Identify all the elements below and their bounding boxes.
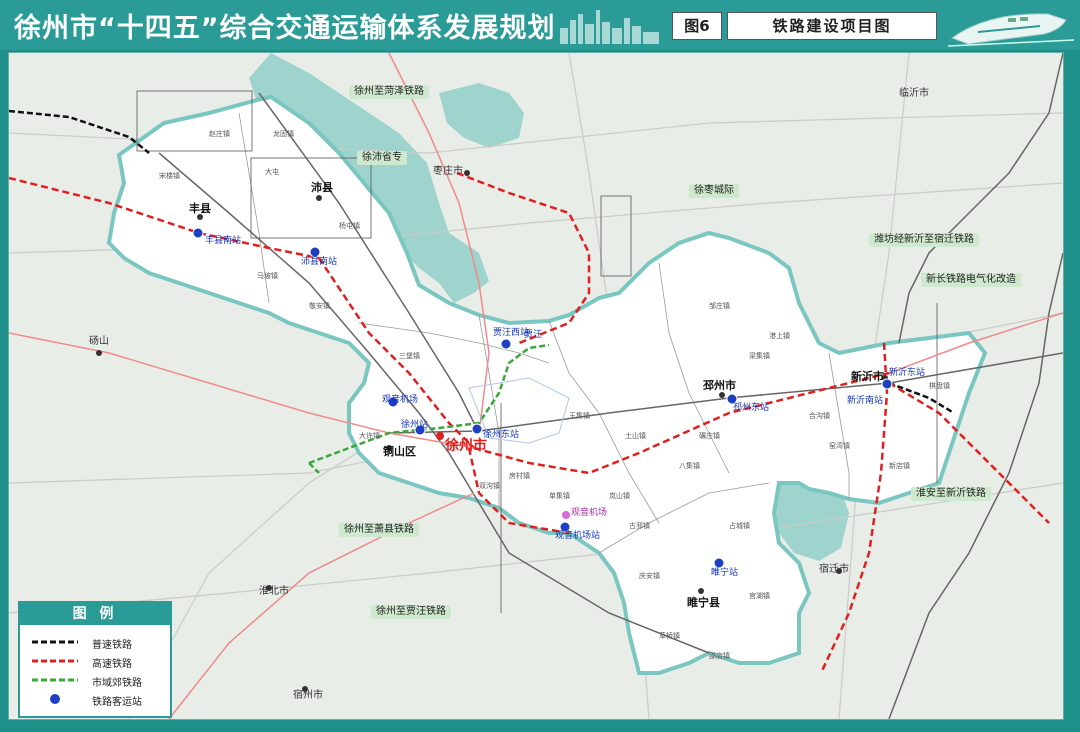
town-label: 敬安镇 xyxy=(309,302,330,310)
rail-label-xuzhou-jiawang: 徐州至贾汪铁路 xyxy=(371,605,451,619)
city-label-suining: 睢宁县 xyxy=(687,596,720,609)
page-title: 徐州市“十四五”综合交通运输体系发展规划 xyxy=(14,13,556,44)
town-label: 梁集镇 xyxy=(749,352,770,360)
rail-label-huaian-xinyi: 淮安至新沂铁路 xyxy=(911,487,991,501)
airport-icon xyxy=(562,511,570,519)
town-label: 大许镇 xyxy=(359,432,380,440)
legend-label: 铁路客运站 xyxy=(92,697,142,708)
town-label: 港上镇 xyxy=(769,332,790,340)
town-label: 龙固镇 xyxy=(273,130,294,138)
town-label: 新店镇 xyxy=(889,462,910,470)
station-label-airport-station: 观音机场站 xyxy=(555,531,601,541)
station-label-pizhou-east: 邳州东站 xyxy=(733,403,770,413)
rail-label-xu-zao: 徐枣城际 xyxy=(689,184,739,198)
legend-item-high-speed-rail: 高速铁路 xyxy=(30,654,170,670)
station-label-jiawang: 贾汪 xyxy=(524,330,543,340)
station-label-suining: 睢宁站 xyxy=(711,568,739,578)
city-label-xinyi: 新沂市 xyxy=(851,370,884,383)
town-label: 庆安镇 xyxy=(639,572,660,580)
green-dashed-line-icon xyxy=(32,678,78,682)
black-dashed-line-icon xyxy=(32,640,78,644)
legend-label: 高速铁路 xyxy=(92,659,132,670)
rail-label-xuzhou-xiaoxian: 徐州至萧县铁路 xyxy=(339,523,419,537)
town-label: 马坡镇 xyxy=(257,272,278,280)
town-label: 宋楼镇 xyxy=(159,172,180,180)
town-label: 岚山镇 xyxy=(609,492,630,500)
city-label-linyi: 临沂市 xyxy=(899,88,929,99)
town-label: 八集镇 xyxy=(679,462,700,470)
city-label-zaozhuang: 枣庄市 xyxy=(433,166,463,177)
town-label: 赵庄镇 xyxy=(209,130,230,138)
rail-label-xuzhou-heze: 徐州至菏泽铁路 xyxy=(349,85,429,99)
legend-item-conventional-rail: 普速铁路 xyxy=(30,635,170,651)
town-label: 杨屯镇 xyxy=(339,222,360,230)
town-label: 碾庄镇 xyxy=(699,432,720,440)
station-label-xinyi-east: 新沂东站 xyxy=(889,368,926,378)
town-label: 单集镇 xyxy=(549,492,570,500)
page: 徐州市“十四五”综合交通运输体系发展规划 图6 铁路建设项目图 徐州市 铜山区 … xyxy=(0,0,1080,732)
figure-number: 图6 xyxy=(672,12,722,40)
legend-title: 图 例 xyxy=(20,603,170,625)
town-label: 土山镇 xyxy=(625,432,646,440)
xuzhou-region xyxy=(106,94,988,675)
station-label-fengxian-south: 丰县南站 xyxy=(205,236,242,246)
town-label: 棋盘镇 xyxy=(929,382,950,390)
legend-label: 市域郊铁路 xyxy=(92,678,142,689)
figure-title: 铁路建设项目图 xyxy=(727,12,937,40)
red-dashed-line-icon xyxy=(32,659,78,663)
header-bar: 徐州市“十四五”综合交通运输体系发展规划 图6 铁路建设项目图 xyxy=(0,0,1080,50)
city-label-fengxian: 丰县 xyxy=(189,202,211,215)
town-label: 古邳镇 xyxy=(629,522,650,530)
train-icon xyxy=(948,13,1074,47)
legend-label: 普速铁路 xyxy=(92,640,132,651)
town-label: 双沟镇 xyxy=(479,482,500,490)
town-label: 合沟镇 xyxy=(809,412,830,420)
rail-label-weifang-xinyi: 潍坊经新沂至宿迁铁路 xyxy=(869,233,979,247)
town-label: 官湖镇 xyxy=(749,592,770,600)
town-label: 草桥镇 xyxy=(659,632,680,640)
city-label-suzhou: 宿州市 xyxy=(293,690,323,701)
station-label-xuzhou: 徐州站 xyxy=(401,420,429,430)
town-label: 邵店镇 xyxy=(709,652,730,660)
city-skyline-icon xyxy=(560,10,659,44)
city-label-xuzhou: 徐州市 xyxy=(445,438,487,454)
station-label-peixian-south: 沛县南站 xyxy=(301,257,338,267)
town-label: 大屯 xyxy=(265,168,279,176)
map-legend: 图 例 普速铁路 高速铁路 市域郊铁路 铁路客运站 xyxy=(18,601,172,718)
city-label-suqian: 宿迁市 xyxy=(819,564,849,575)
city-label-tongshan: 铜山区 xyxy=(383,445,416,458)
city-label-pizhou: 邳州市 xyxy=(703,379,736,392)
town-label: 房村镇 xyxy=(509,472,530,480)
town-label: 王集镇 xyxy=(569,412,590,420)
town-label: 占城镇 xyxy=(729,522,750,530)
station-label-airport: 观音机场 xyxy=(571,508,608,518)
city-label-huaibei: 淮北市 xyxy=(259,586,289,597)
station-label-xuzhou-east: 徐州东站 xyxy=(483,430,520,440)
station-label-xinyi-south: 新沂南站 xyxy=(847,396,884,406)
city-label-peixian: 沛县 xyxy=(311,181,333,194)
rail-label-xu-pei: 徐沛省专 xyxy=(357,151,407,165)
city-label-dangshan: 砀山 xyxy=(89,336,109,347)
legend-item-suburban-rail: 市域郊铁路 xyxy=(30,673,170,689)
station-label-guanyin: 观音机场 xyxy=(382,395,419,405)
town-label: 窑湾镇 xyxy=(829,442,850,450)
rail-label-xinchang: 新长铁路电气化改造 xyxy=(921,273,1021,287)
legend-item-station: 铁路客运站 xyxy=(30,692,170,708)
town-label: 邹庄镇 xyxy=(709,302,730,310)
blue-station-icon xyxy=(49,693,61,705)
town-label: 三堡镇 xyxy=(399,352,420,360)
